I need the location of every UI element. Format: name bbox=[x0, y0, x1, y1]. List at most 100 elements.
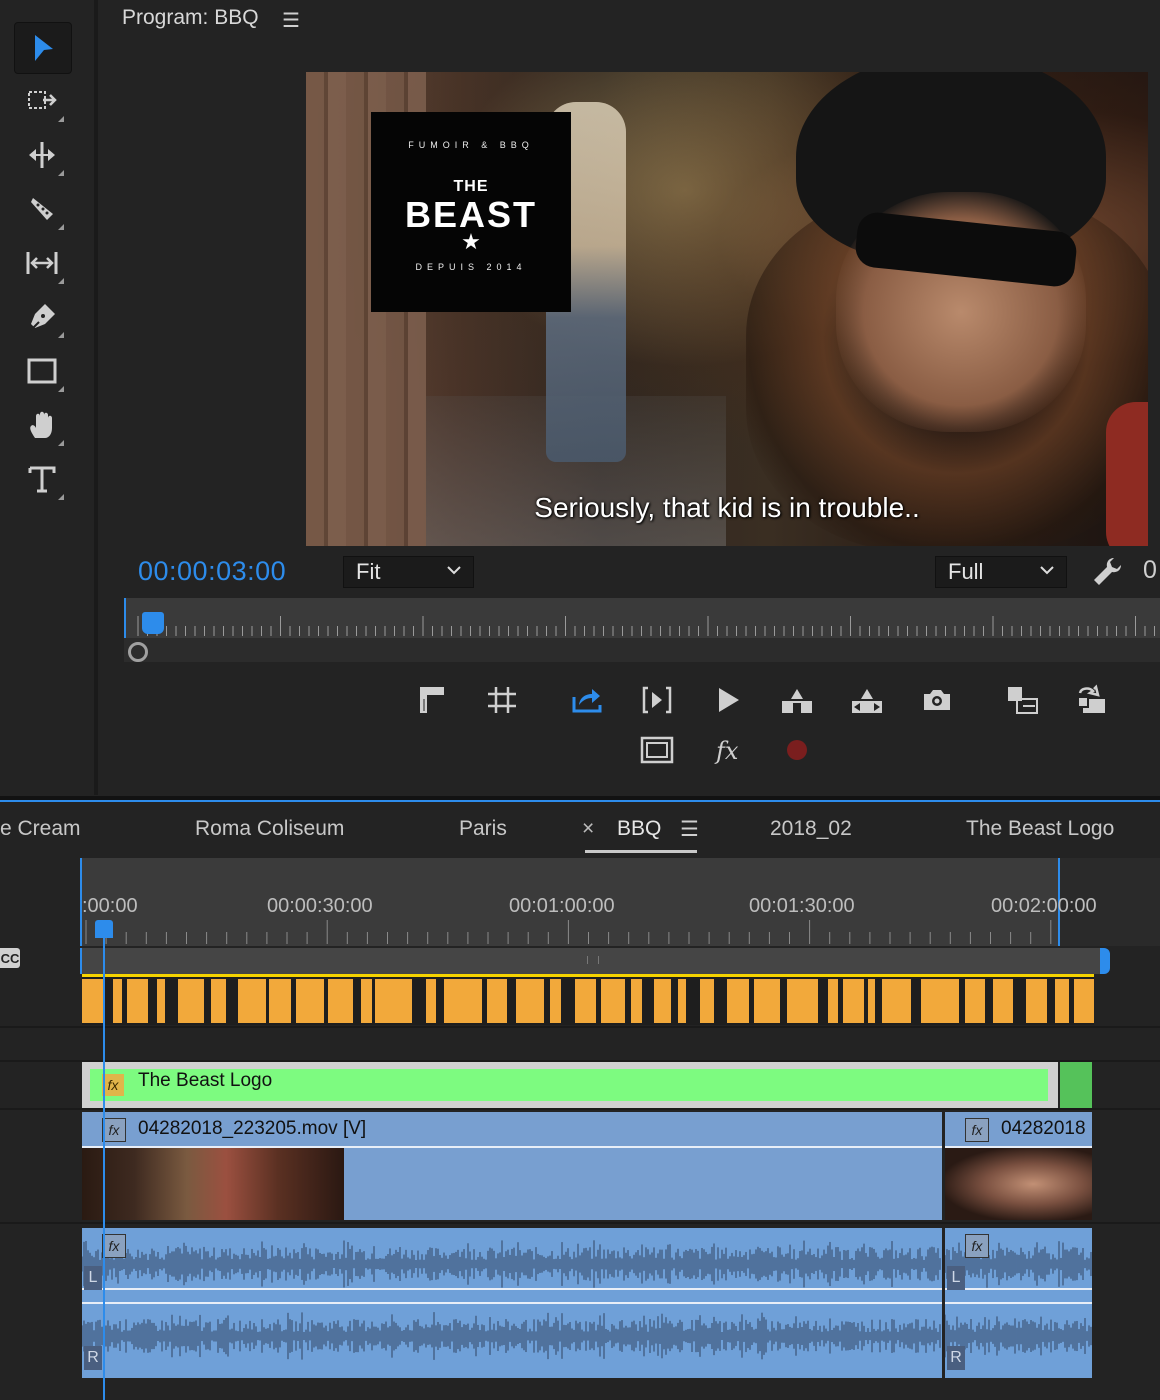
tools-panel bbox=[0, 0, 84, 795]
fx-icon: fx bbox=[714, 737, 739, 765]
rectangle-tool[interactable] bbox=[14, 346, 70, 396]
slip-tool[interactable] bbox=[14, 238, 70, 288]
global-fx-mute-button[interactable]: fx bbox=[707, 730, 747, 770]
clip-name: 04282018 bbox=[1001, 1118, 1086, 1139]
track-select-tool[interactable] bbox=[14, 76, 70, 126]
add-marker-button[interactable] bbox=[412, 680, 452, 720]
channel-left-label: L bbox=[84, 1266, 102, 1290]
hamburger-icon[interactable]: ☰ bbox=[680, 817, 699, 842]
fx-badge: fx bbox=[965, 1118, 989, 1142]
type-tool[interactable] bbox=[14, 454, 70, 504]
waveform-right bbox=[82, 1312, 941, 1360]
tab-ice-cream[interactable]: e Cream bbox=[0, 817, 81, 841]
channel-right-label: R bbox=[947, 1346, 965, 1370]
tab-2018-02[interactable]: 2018_02 bbox=[770, 817, 852, 841]
playhead-timecode[interactable]: 00:00:03:00 bbox=[138, 556, 286, 587]
hand-tool[interactable] bbox=[14, 400, 70, 450]
tab-paris[interactable]: Paris bbox=[459, 817, 507, 841]
scrollbar-grip bbox=[587, 956, 599, 964]
grid-icon bbox=[488, 687, 516, 713]
clip-audio-2[interactable]: fx L R bbox=[945, 1228, 1092, 1378]
pen-tool[interactable] bbox=[14, 292, 70, 342]
subtitle-markers-track[interactable] bbox=[82, 977, 1094, 1025]
ruler-time-label: :00:00 bbox=[82, 895, 138, 917]
overwrite-icon bbox=[1077, 684, 1105, 713]
tab-bbq[interactable]: BBQ bbox=[617, 817, 661, 841]
beast-logo-overlay: FUMOIR & BBQ THE BEAST ★ DEPUIS 2014 bbox=[371, 112, 571, 312]
monitor-zoom-bar[interactable] bbox=[124, 638, 1160, 662]
channel-right-label: R bbox=[84, 1346, 102, 1370]
selection-tool[interactable] bbox=[14, 22, 72, 74]
safe-margins-icon bbox=[640, 736, 674, 764]
play-button[interactable] bbox=[707, 680, 747, 720]
duration-readout: 0 bbox=[1143, 556, 1157, 584]
export-button[interactable] bbox=[567, 680, 607, 720]
clip-name: 04282018_223205.mov [V] bbox=[138, 1118, 367, 1139]
fx-badge: fx bbox=[965, 1234, 989, 1258]
lift-button[interactable] bbox=[777, 680, 817, 720]
zoom-level-dropdown[interactable]: Fit bbox=[343, 556, 474, 588]
ruler-time-label: 00:02:00:00 bbox=[991, 895, 1097, 917]
waveform-right bbox=[945, 1314, 1092, 1358]
lift-icon bbox=[782, 689, 812, 713]
timeline-playhead-line[interactable] bbox=[103, 935, 105, 1400]
hand-icon bbox=[30, 411, 52, 438]
export-frame-button[interactable] bbox=[917, 680, 957, 720]
playback-resolution-dropdown[interactable]: Full bbox=[935, 556, 1067, 588]
track-headers bbox=[0, 858, 80, 1400]
marker-icon bbox=[420, 687, 444, 713]
clip-logo-tail[interactable] bbox=[1060, 1062, 1092, 1108]
rectangle-icon bbox=[27, 358, 57, 384]
captions-badge[interactable]: CC bbox=[0, 948, 20, 968]
clip-the-beast-logo[interactable]: fx The Beast Logo bbox=[82, 1062, 1058, 1108]
caption-text: Seriously, that kid is in trouble.. bbox=[534, 492, 920, 523]
play-icon bbox=[719, 688, 739, 712]
chevron-down-icon bbox=[447, 566, 461, 575]
overwrite-button[interactable] bbox=[1072, 680, 1112, 720]
arrow-icon bbox=[35, 35, 53, 61]
panel-splitter[interactable] bbox=[94, 0, 98, 795]
hamburger-icon[interactable]: ☰ bbox=[282, 8, 300, 33]
tab-the-beast-logo[interactable]: The Beast Logo bbox=[966, 817, 1114, 841]
safe-margins-button[interactable] bbox=[637, 730, 677, 770]
fx-badge: fx bbox=[102, 1234, 126, 1258]
zoom-handle[interactable] bbox=[128, 642, 148, 662]
marker-blocks bbox=[82, 979, 1094, 1023]
mark-in-out-button[interactable] bbox=[482, 680, 522, 720]
insert-icon bbox=[1008, 687, 1038, 714]
timeline-scrollbar[interactable] bbox=[82, 948, 1100, 974]
extract-button[interactable] bbox=[847, 680, 887, 720]
wrench-icon[interactable] bbox=[1090, 555, 1124, 589]
svg-text:fx: fx bbox=[714, 737, 739, 765]
clip-audio-1[interactable]: fx L R bbox=[82, 1228, 942, 1378]
clip-thumbnail bbox=[82, 1148, 344, 1220]
logo-bottom-arc: DEPUIS 2014 bbox=[415, 262, 527, 272]
panel-divider[interactable] bbox=[0, 796, 1160, 802]
track-separator bbox=[0, 1026, 1160, 1028]
track-separator bbox=[0, 1108, 1160, 1110]
go-to-in-out-button[interactable] bbox=[637, 680, 677, 720]
ripple-edit-icon bbox=[29, 142, 55, 168]
clip-video-2[interactable]: fx 04282018 bbox=[945, 1112, 1092, 1220]
slip-icon bbox=[26, 252, 58, 274]
program-video-frame: FUMOIR & BBQ THE BEAST ★ DEPUIS 2014 Ser… bbox=[306, 72, 1148, 546]
star-icon: ★ bbox=[461, 229, 481, 254]
insert-button[interactable] bbox=[1002, 680, 1042, 720]
monitor-time-ruler[interactable] bbox=[124, 598, 1160, 638]
ripple-edit-tool[interactable] bbox=[14, 130, 70, 180]
channel-left-label: L bbox=[947, 1266, 965, 1290]
monitor-playhead-line bbox=[124, 598, 126, 638]
pen-icon bbox=[30, 304, 55, 331]
record-icon bbox=[787, 740, 807, 760]
record-button[interactable] bbox=[777, 730, 817, 770]
razor-tool[interactable] bbox=[14, 184, 70, 234]
monitor-playhead[interactable] bbox=[142, 612, 164, 634]
clip-video-1[interactable]: fx 04282018_223205.mov [V] bbox=[82, 1112, 942, 1220]
tab-roma-coliseum[interactable]: Roma Coliseum bbox=[195, 817, 344, 841]
ruler-time-label: 00:01:00:00 bbox=[509, 895, 615, 917]
ruler-time-label: 00:01:30:00 bbox=[749, 895, 855, 917]
close-icon[interactable]: × bbox=[582, 817, 594, 841]
scrollbar-right-handle[interactable] bbox=[1100, 948, 1110, 974]
export-icon bbox=[572, 689, 602, 713]
playback-resolution-value: Full bbox=[948, 559, 984, 584]
